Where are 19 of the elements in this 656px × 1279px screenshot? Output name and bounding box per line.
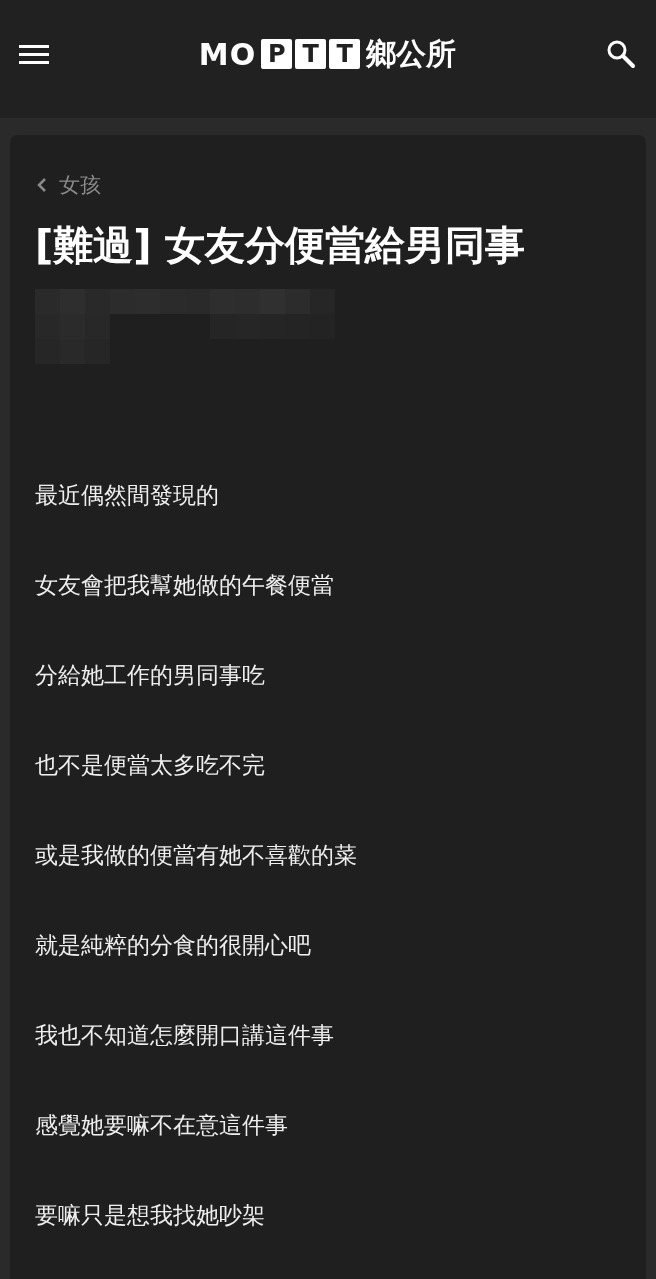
logo-letter: P [261,39,293,69]
logo-text: 鄉公所 [366,34,457,73]
search-icon[interactable] [606,39,636,69]
article-paragraph: 也不是便當太多吃不完 [35,751,266,780]
logo-text: MO [198,36,257,72]
menu-icon[interactable] [19,43,49,65]
article-paragraph: 感覺她要嘛不在意這件事 [35,1111,289,1140]
board-link[interactable]: 女孩 [59,171,101,199]
logo-letter: T [329,39,361,69]
article-paragraph: 最近偶然間發現的 [35,481,220,510]
logo-letter: T [295,39,327,69]
article-paragraph: 分給她工作的男同事吃 [35,661,266,690]
article-paragraph: 或是我做的便當有她不喜歡的菜 [35,841,358,870]
article-paragraph: 女友會把我幫她做的午餐便當 [35,571,335,600]
article-paragraph: 我也不知道怎麼開口講這件事 [35,1021,335,1050]
article-title: [難過] 女友分便當給男同事 [35,221,527,269]
article-paragraph: 就是純粹的分食的很開心吧 [35,931,312,960]
back-chevron-icon[interactable] [35,176,49,194]
article-paragraph: 要嘛只是想我找她吵架 [35,1201,266,1230]
